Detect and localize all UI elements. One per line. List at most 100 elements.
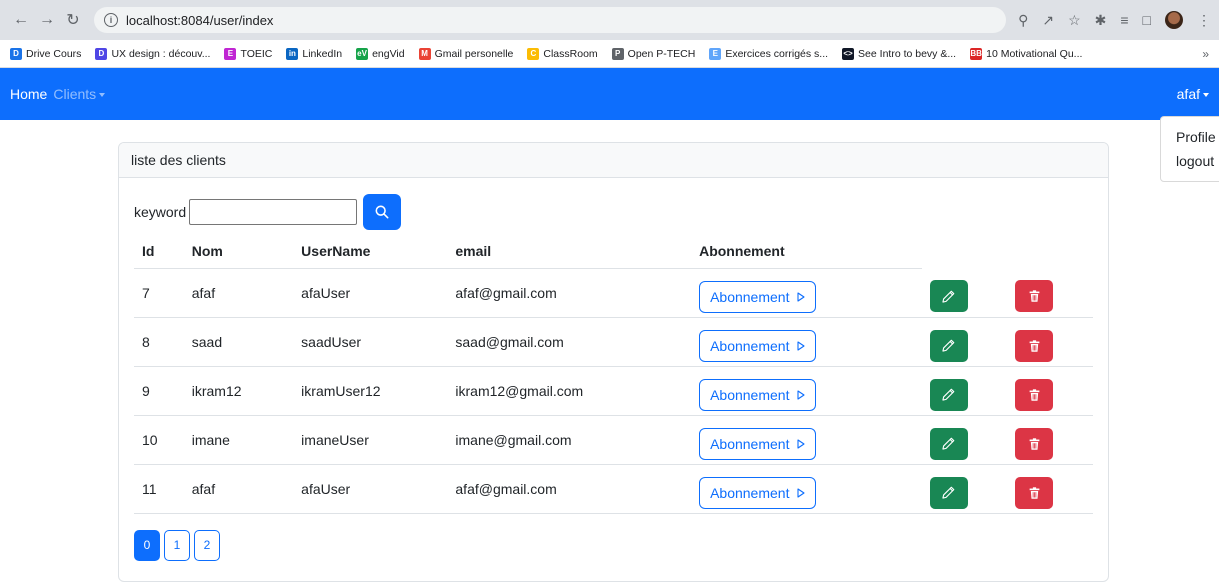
extensions-icon[interactable]: ✱: [1095, 12, 1107, 29]
bookmark-favicon-icon: D: [10, 47, 22, 60]
delete-button[interactable]: [1015, 476, 1054, 509]
side-panel-icon[interactable]: □: [1143, 12, 1151, 28]
abonnement-button[interactable]: Abonnement: [699, 280, 817, 313]
bookmark-favicon-icon: E: [709, 47, 722, 60]
address-bar[interactable]: i localhost:8084/user/index: [94, 7, 1007, 33]
search-icon: [375, 205, 389, 219]
bookmark-item[interactable]: <> See Intro to bevy &...: [842, 47, 957, 60]
delete-button[interactable]: [1015, 378, 1054, 411]
cell-username: afaUser: [293, 464, 448, 514]
edit-button[interactable]: [929, 427, 968, 460]
table-row: 9 ikram12 ikramUser12 ikram12@gmail.com Abon…: [134, 366, 1093, 416]
logout-menu-item[interactable]: logout: [1161, 149, 1219, 173]
key-icon[interactable]: ⚲: [1018, 12, 1028, 29]
abonnement-button[interactable]: Abonnement: [699, 476, 817, 509]
play-icon: [797, 438, 806, 449]
pencil-icon: [942, 437, 955, 450]
profile-menu-item[interactable]: Profile: [1161, 125, 1219, 149]
bookmark-item[interactable]: BB 10 Motivational Qu...: [970, 47, 1082, 60]
bookmark-label: Drive Cours: [26, 47, 82, 60]
cell-nom: afaf: [183, 464, 294, 514]
chrome-menu-icon[interactable]: ⋮: [1197, 12, 1211, 29]
abonnement-button-label: Abonnement: [710, 337, 790, 354]
keyword-input[interactable]: [189, 199, 358, 225]
table-row: 7 afaf afaUser afaf@gmail.com Abonnement: [134, 268, 1093, 318]
bookmark-favicon-icon: BB: [970, 47, 983, 60]
edit-button[interactable]: [929, 378, 968, 411]
user-dropdown-menu: Profile logout: [1160, 116, 1219, 182]
clients-card: liste des clients keyword Id Nom UserNam…: [118, 142, 1109, 582]
bookmark-label: Exercices corrigés s...: [725, 47, 829, 60]
bookmark-label: LinkedIn: [302, 47, 343, 60]
star-icon[interactable]: ☆: [1068, 12, 1081, 29]
edit-button[interactable]: [929, 329, 968, 362]
bookmark-label: UX design : découv...: [111, 47, 211, 60]
header-email: email: [447, 234, 692, 269]
nav-clients-dropdown[interactable]: Clients: [53, 86, 106, 102]
abonnement-button-label: Abonnement: [710, 386, 790, 403]
cell-email: imane@gmail.com: [447, 415, 692, 465]
delete-button[interactable]: [1015, 329, 1054, 362]
bookmark-label: engVid: [372, 47, 405, 60]
cell-id: 8: [134, 317, 184, 367]
reload-icon[interactable]: ↻: [60, 7, 86, 33]
play-icon: [797, 340, 806, 351]
bookmark-item[interactable]: P Open P-TECH: [611, 47, 696, 60]
bookmark-label: ClassRoom: [543, 47, 598, 60]
abonnement-button[interactable]: Abonnement: [699, 378, 817, 411]
delete-button[interactable]: [1015, 280, 1054, 313]
play-icon: [797, 487, 806, 498]
page-button[interactable]: 2: [194, 529, 220, 561]
nav-home-link[interactable]: Home: [10, 86, 47, 102]
delete-button[interactable]: [1015, 427, 1054, 460]
bookmark-label: TOEIC: [240, 47, 273, 60]
bookmark-favicon-icon: <>: [842, 47, 855, 60]
user-menu-toggle[interactable]: afaf: [1177, 86, 1209, 102]
page-button[interactable]: 0: [134, 529, 160, 561]
pencil-icon: [942, 486, 955, 499]
table-header-row: Id Nom UserName email Abonnement: [134, 234, 1093, 269]
cell-username: saadUser: [293, 317, 448, 367]
search-button[interactable]: [363, 194, 402, 230]
page-button[interactable]: 1: [164, 529, 190, 561]
header-id: Id: [134, 234, 184, 269]
header-username: UserName: [293, 234, 448, 269]
cell-email: afaf@gmail.com: [447, 268, 692, 318]
edit-button[interactable]: [929, 280, 968, 313]
bookmark-item[interactable]: E Exercices corrigés s...: [709, 47, 829, 60]
browser-toolbar: ← → ↻ i localhost:8084/user/index ⚲ ↗ ☆ …: [0, 0, 1219, 40]
trash-icon: [1029, 486, 1040, 499]
trash-icon: [1029, 290, 1040, 302]
nav-clients-label: Clients: [53, 86, 97, 102]
bookmark-item[interactable]: M Gmail personelle: [418, 47, 514, 60]
profile-avatar[interactable]: [1165, 11, 1183, 29]
bookmark-item[interactable]: D UX design : découv...: [95, 47, 211, 60]
keyword-label: keyword: [134, 204, 187, 220]
info-icon[interactable]: i: [104, 13, 118, 27]
bookmark-label: See Intro to bevy &...: [858, 47, 957, 60]
bookmark-item[interactable]: in LinkedIn: [286, 47, 343, 60]
cell-username: ikramUser12: [293, 366, 448, 416]
forward-arrow-icon[interactable]: →: [34, 7, 60, 33]
bookmark-label: Gmail personelle: [434, 47, 514, 60]
cell-username: imaneUser: [293, 415, 448, 465]
bookmark-label: Open P-TECH: [627, 47, 696, 60]
cell-email: saad@gmail.com: [447, 317, 692, 367]
bookmark-item[interactable]: C ClassRoom: [527, 47, 598, 60]
abonnement-button[interactable]: Abonnement: [699, 427, 817, 460]
bookmark-item[interactable]: eV engVid: [356, 47, 405, 60]
abonnement-button-label: Abonnement: [710, 484, 790, 501]
bookmarks-more-icon[interactable]: »: [1202, 47, 1209, 61]
trash-icon: [1029, 437, 1040, 450]
back-arrow-icon[interactable]: ←: [8, 7, 34, 33]
abonnement-button-label: Abonnement: [710, 435, 790, 452]
bookmark-favicon-icon: eV: [356, 47, 369, 60]
abonnement-button[interactable]: Abonnement: [699, 329, 817, 362]
reading-list-icon[interactable]: ≡: [1120, 12, 1128, 28]
url-text: localhost:8084/user/index: [126, 12, 274, 28]
edit-button[interactable]: [929, 476, 968, 509]
table-row: 8 saad saadUser saad@gmail.com Abonnement: [134, 317, 1093, 367]
share-icon[interactable]: ↗: [1042, 12, 1054, 29]
bookmark-item[interactable]: D Drive Cours: [10, 47, 82, 60]
bookmark-item[interactable]: E TOEIC: [224, 47, 273, 60]
